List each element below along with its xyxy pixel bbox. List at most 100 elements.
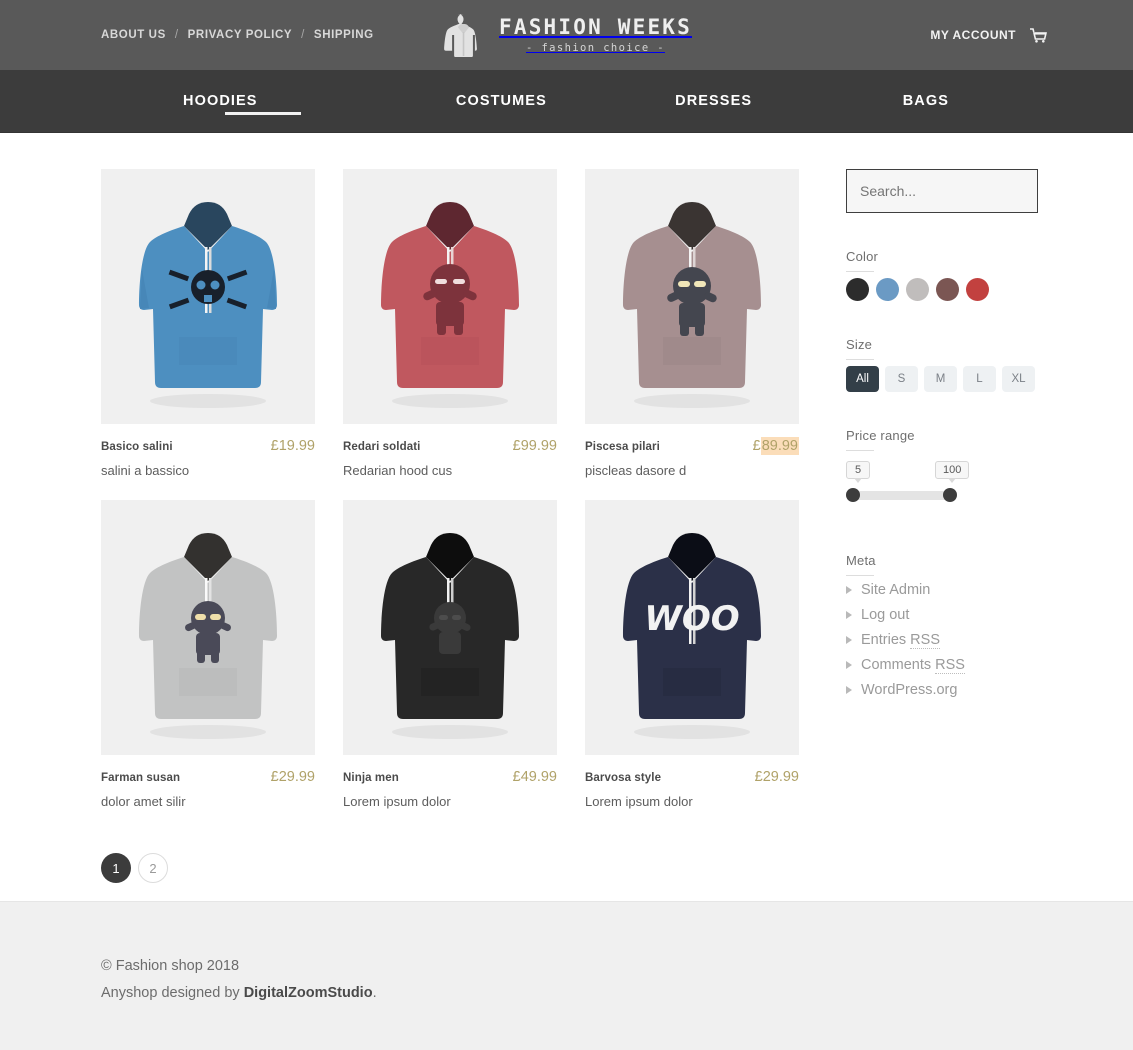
color-swatch-red[interactable]: [966, 278, 989, 301]
site-logo[interactable]: FASHION WEEKS - fashion choice -: [441, 12, 692, 58]
caret-right-icon: [846, 661, 852, 669]
caret-right-icon: [846, 611, 852, 619]
product-grid: Basico salini £19.99 salini a bassico Re…: [101, 169, 820, 831]
caret-right-icon: [846, 586, 852, 594]
size-option-all[interactable]: All: [846, 366, 879, 392]
search-input[interactable]: [846, 169, 1038, 213]
mauve-ninja-hoodie-image: [585, 169, 799, 424]
navy-woo-hoodie-image: WOO: [585, 500, 799, 755]
size-option-s[interactable]: S: [885, 366, 918, 392]
product-card[interactable]: WOO Barvosa style £29.99 Lorem ipsum dol…: [585, 500, 799, 809]
meta-link-text: Comments: [861, 657, 936, 673]
product-thumbnail[interactable]: WOO: [585, 500, 799, 755]
meta-widget: Meta Site Admin Log out Entries RSS Comm…: [846, 553, 1038, 698]
product-meta: Basico salini £19.99: [101, 438, 315, 454]
product-description: salini a bassico: [101, 463, 190, 478]
product-card[interactable]: Basico salini £19.99 salini a bassico: [101, 169, 315, 478]
product-name: Barvosa style: [585, 772, 662, 784]
price-range-title: Price range: [846, 428, 1038, 455]
cart-button[interactable]: [1030, 27, 1047, 43]
meta-link-log-out[interactable]: Log out: [861, 607, 909, 623]
product-thumbnail[interactable]: [585, 169, 799, 424]
nav-item-hoodies[interactable]: HOODIES: [101, 70, 395, 132]
link-about-us[interactable]: ABOUT US: [101, 29, 166, 41]
color-swatch-brown[interactable]: [936, 278, 959, 301]
size-option-l[interactable]: L: [963, 366, 996, 392]
link-separator: /: [301, 29, 305, 41]
link-shipping[interactable]: SHIPPING: [314, 29, 374, 41]
price-slider-handle-min[interactable]: [846, 488, 860, 502]
list-item: Site Admin: [846, 582, 1038, 598]
color-swatch-light-gray[interactable]: [906, 278, 929, 301]
meta-link-site-admin[interactable]: Site Admin: [861, 582, 930, 598]
product-price: £89.99: [752, 437, 799, 455]
product-price: £29.99: [754, 769, 799, 785]
price-range-widget: Price range 5 100: [846, 428, 1038, 517]
meta-link-wordpress-org[interactable]: WordPress.org: [861, 682, 957, 698]
price-slider-handle-max[interactable]: [943, 488, 957, 502]
product-name: Ninja men: [343, 772, 399, 784]
product-meta: Ninja men £49.99: [343, 769, 557, 785]
color-filter-widget: Color: [846, 249, 1038, 301]
color-filter-title: Color: [846, 249, 1038, 276]
nav-item-costumes[interactable]: COSTUMES: [395, 70, 607, 132]
product-thumbnail[interactable]: [343, 169, 557, 424]
logo-subtitle: - fashion choice -: [526, 42, 665, 55]
color-swatch-steel-blue[interactable]: [876, 278, 899, 301]
nav-item-bags[interactable]: BAGS: [820, 70, 1032, 132]
list-item: Log out: [846, 607, 1038, 623]
red-ninja-hoodie-image: [343, 169, 557, 424]
pagination-page-2[interactable]: 2: [138, 853, 168, 883]
page-body: Basico salini £19.99 salini a bassico Re…: [0, 133, 1133, 923]
meta-link-text: Entries: [861, 632, 911, 648]
product-price: £49.99: [512, 769, 557, 785]
price-min-tooltip: 5: [846, 461, 870, 479]
footer-copyright: © Fashion shop 2018: [101, 958, 240, 974]
product-thumbnail[interactable]: [101, 169, 315, 424]
price-range-slider[interactable]: 5 100: [846, 461, 1038, 517]
nav-item-dresses[interactable]: DRESSES: [608, 70, 820, 132]
product-meta: Redari soldati £99.99: [343, 438, 557, 454]
black-ninja-hoodie-image: [343, 500, 557, 755]
svg-text:WOO: WOO: [644, 599, 739, 639]
product-price: £29.99: [270, 769, 315, 785]
product-meta: Barvosa style £29.99: [585, 769, 799, 785]
size-option-xl[interactable]: XL: [1002, 366, 1035, 392]
size-option-m[interactable]: M: [924, 366, 957, 392]
list-item: Entries RSS: [846, 632, 1038, 649]
caret-right-icon: [846, 636, 852, 644]
link-separator: /: [174, 29, 179, 41]
color-swatch-charcoal[interactable]: [846, 278, 869, 301]
gray-ninja-hoodie-image: [101, 500, 315, 755]
meta-link-entries-rss[interactable]: Entries RSS: [861, 632, 940, 649]
top-bar: ABOUT US / PRIVACY POLICY / SHIPPING FAS…: [0, 0, 1133, 70]
product-card[interactable]: Piscesa pilari £89.99 piscleas dasore d: [585, 169, 799, 478]
product-name: Basico salini: [101, 441, 173, 453]
product-card[interactable]: Farman susan £29.99 dolor amet silir: [101, 500, 315, 809]
hoodie-icon: [443, 14, 477, 57]
pagination-page-1[interactable]: 1: [101, 853, 131, 883]
utility-links: ABOUT US / PRIVACY POLICY / SHIPPING: [101, 29, 374, 41]
meta-link-comments-rss[interactable]: Comments RSS: [861, 657, 965, 674]
product-card[interactable]: Redari soldati £99.99 Redarian hood cus: [343, 169, 557, 478]
product-meta: Farman susan £29.99: [101, 769, 315, 785]
main-navigation: HOODIES COSTUMES DRESSES BAGS: [0, 70, 1133, 133]
size-option-list: All S M L XL: [846, 366, 1038, 392]
product-description: dolor amet silir: [101, 794, 186, 809]
product-thumbnail[interactable]: [101, 500, 315, 755]
blue-skull-hoodie-image: [101, 169, 315, 424]
product-description: Redarian hood cus: [343, 463, 453, 478]
price-max-tooltip: 100: [935, 461, 970, 479]
product-thumbnail[interactable]: [343, 500, 557, 755]
size-filter-title: Size: [846, 337, 1038, 364]
logo-title: FASHION WEEKS: [499, 14, 692, 39]
product-name: Piscesa pilari: [585, 441, 660, 453]
price-slider-rail[interactable]: [853, 491, 956, 500]
shopping-cart-icon: [1030, 27, 1047, 43]
product-card[interactable]: Ninja men £49.99 Lorem ipsum dolor: [343, 500, 557, 809]
link-privacy-policy[interactable]: PRIVACY POLICY: [188, 29, 292, 41]
rss-abbr: RSS: [935, 657, 965, 674]
my-account-link[interactable]: MY ACCOUNT: [930, 28, 1016, 42]
product-price-selected-text: 89.99: [760, 437, 799, 455]
footer-credit-link[interactable]: DigitalZoomStudio: [244, 985, 373, 1001]
